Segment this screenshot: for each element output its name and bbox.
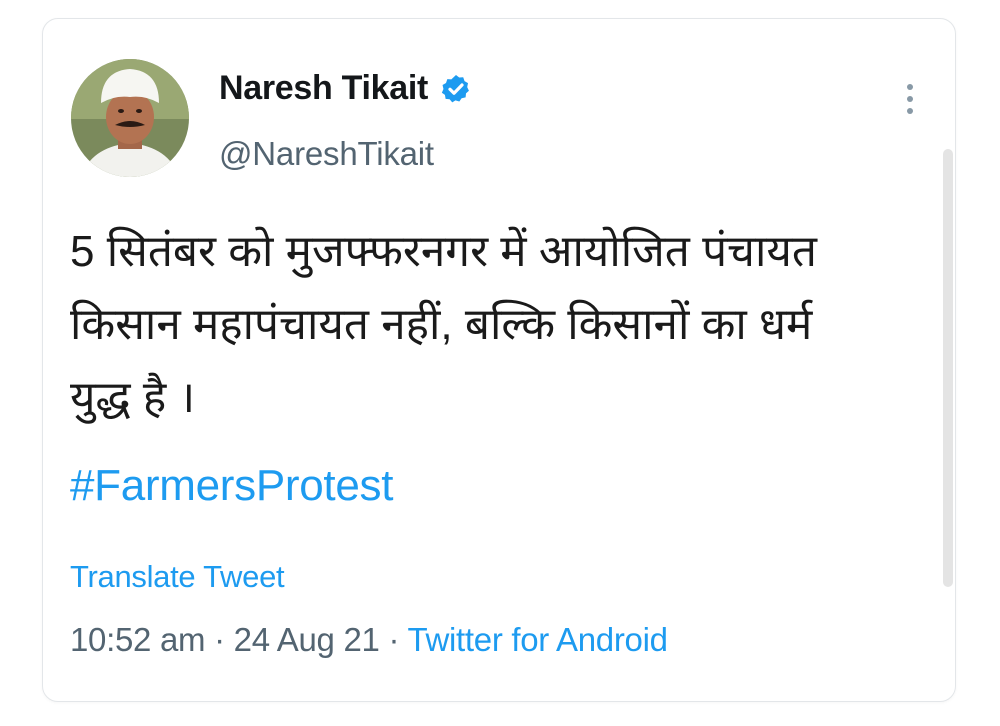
- tweet-source-link[interactable]: Twitter for Android: [407, 621, 668, 658]
- verified-badge-icon: [440, 73, 472, 105]
- avatar[interactable]: [71, 59, 189, 177]
- display-name[interactable]: Naresh Tikait: [219, 69, 428, 108]
- tweet-text-line: 5 सितंबर को मुजफ्फरनगर में आयोजित पंचायत: [70, 227, 817, 276]
- separator: ·: [205, 621, 234, 658]
- more-options-icon[interactable]: [899, 79, 921, 123]
- scrollbar[interactable]: [943, 149, 953, 587]
- separator: ·: [379, 621, 408, 658]
- tweet-metadata: 10:52 am · 24 Aug 21 · Twitter for Andro…: [70, 621, 668, 659]
- tweet-card: Naresh Tikait @NareshTikait 5 सितंबर को …: [42, 18, 956, 702]
- tweet-text-line: किसान महापंचायत नहीं, बल्कि किसानों का ध…: [70, 300, 813, 349]
- translate-tweet-link[interactable]: Translate Tweet: [70, 559, 285, 595]
- author-name-row[interactable]: Naresh Tikait: [219, 69, 472, 108]
- hashtag-link[interactable]: #FarmersProtest: [70, 461, 393, 511]
- tweet-date[interactable]: 24 Aug 21: [234, 621, 380, 658]
- tweet-time[interactable]: 10:52 am: [70, 621, 206, 658]
- tweet-text: 5 सितंबर को मुजफ्फरनगर में आयोजित पंचायत…: [70, 215, 940, 434]
- tweet-text-line: युद्ध है ।: [70, 373, 196, 422]
- author-handle[interactable]: @NareshTikait: [219, 135, 434, 173]
